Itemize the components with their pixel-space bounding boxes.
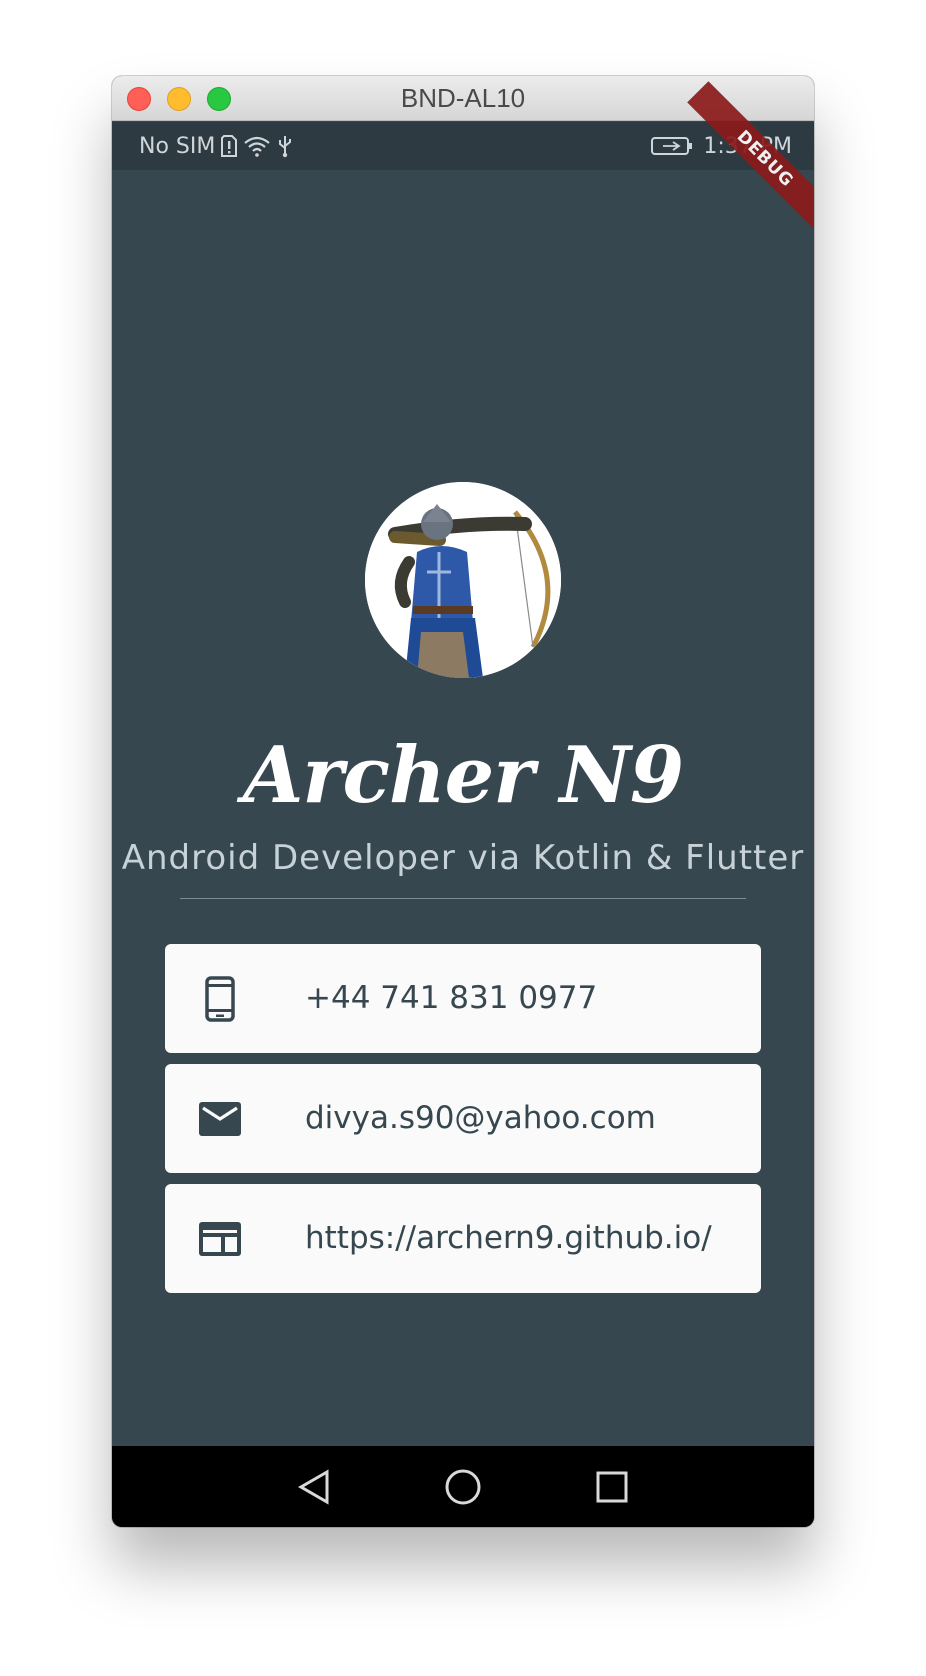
back-button[interactable] <box>293 1466 335 1508</box>
desktop-background: BND-AL10 No SIM DEBUG Archer N9 Android … <box>0 0 926 1676</box>
carrier-label: No SIM <box>139 133 216 159</box>
profile-screen: Archer N9 Android Developer via Kotlin &… <box>112 170 814 1446</box>
profile-name: Archer N9 <box>242 730 684 821</box>
contact-phone-text: +44 741 831 0977 <box>305 980 598 1016</box>
profile-subtitle: Android Developer via Kotlin & Flutter <box>121 838 805 878</box>
back-triangle-icon <box>297 1469 329 1505</box>
simulator-window: BND-AL10 No SIM DEBUG Archer N9 Android … <box>112 76 814 1527</box>
recents-button[interactable] <box>591 1466 633 1508</box>
archer-illustration <box>365 482 561 678</box>
contact-website-text: https://archern9.github.io/ <box>305 1220 712 1256</box>
contact-card-phone[interactable]: +44 741 831 0977 <box>165 944 761 1053</box>
wifi-icon <box>243 135 271 157</box>
contact-card-website[interactable]: https://archern9.github.io/ <box>165 1184 761 1293</box>
contact-email-text: divya.s90@yahoo.com <box>305 1100 656 1136</box>
battery-charging-icon <box>651 136 693 156</box>
avatar <box>365 482 561 678</box>
web-icon <box>197 1184 243 1293</box>
home-button[interactable] <box>442 1466 484 1508</box>
home-circle-icon <box>445 1469 481 1505</box>
phone-icon <box>197 944 243 1053</box>
email-icon <box>197 1064 243 1173</box>
sim-alert-icon <box>221 135 238 157</box>
android-nav-bar <box>112 1446 814 1527</box>
recents-square-icon <box>596 1471 628 1503</box>
status-bar: No SIM DEBUG <box>112 81 814 237</box>
divider <box>180 898 746 899</box>
contact-card-email[interactable]: divya.s90@yahoo.com <box>165 1064 761 1173</box>
usb-icon <box>277 134 293 158</box>
